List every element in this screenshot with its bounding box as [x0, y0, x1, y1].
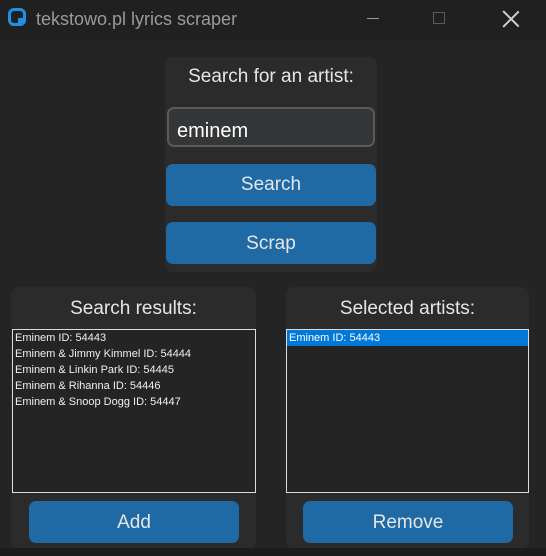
maximize-button[interactable]	[416, 0, 462, 40]
list-item[interactable]: Eminem & Snoop Dogg ID: 54447	[13, 394, 255, 410]
list-item-selected[interactable]: Eminem ID: 54443	[287, 330, 528, 346]
add-button[interactable]: Add	[29, 501, 239, 543]
remove-button[interactable]: Remove	[303, 501, 513, 543]
search-results-listbox[interactable]: Eminem ID: 54443 Eminem & Jimmy Kimmel I…	[12, 329, 256, 493]
app-icon	[8, 8, 26, 26]
list-item[interactable]: Eminem & Linkin Park ID: 54445	[13, 362, 255, 378]
maximize-icon	[433, 12, 445, 24]
minimize-icon	[367, 18, 379, 19]
window-title: tekstowo.pl lyrics scraper	[36, 9, 238, 29]
list-item[interactable]: Eminem ID: 54443	[13, 330, 255, 346]
selected-artists-label: Selected artists:	[339, 298, 476, 319]
artist-search-input[interactable]	[167, 107, 375, 147]
search-results-label: Search results:	[70, 298, 197, 319]
window-bottom-edge	[0, 548, 546, 556]
title-bar: tekstowo.pl lyrics scraper	[0, 0, 546, 40]
search-label: Search for an artist:	[188, 66, 354, 87]
close-icon	[502, 10, 520, 28]
selected-artists-listbox[interactable]: Eminem ID: 54443	[286, 329, 529, 493]
list-item[interactable]: Eminem & Jimmy Kimmel ID: 54444	[13, 346, 255, 362]
list-item[interactable]: Eminem & Rihanna ID: 54446	[13, 378, 255, 394]
search-button[interactable]: Search	[166, 164, 376, 206]
close-button[interactable]	[487, 0, 533, 40]
scrap-button[interactable]: Scrap	[166, 222, 376, 264]
minimize-button[interactable]	[350, 0, 396, 40]
